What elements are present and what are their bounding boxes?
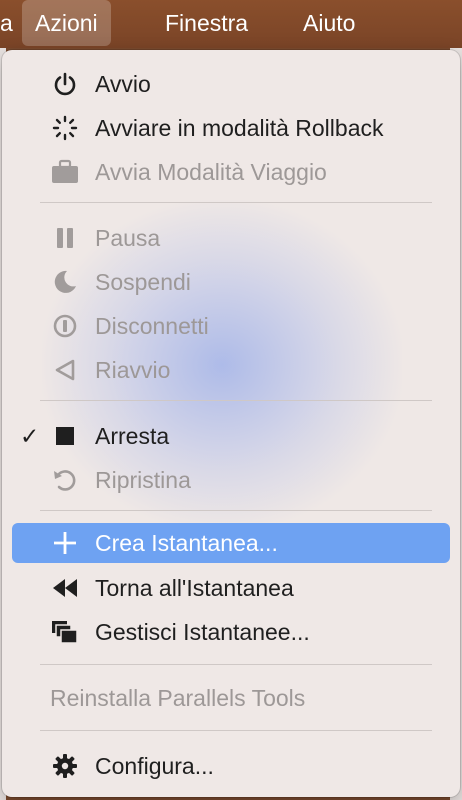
menu-separator xyxy=(40,400,432,401)
menu-item-label: Sospendi xyxy=(95,269,191,295)
menu-item-label: Crea Istantanea... xyxy=(95,530,278,556)
power-icon xyxy=(50,70,80,98)
menu-item-label: Ripristina xyxy=(95,467,191,493)
menu-item-restore[interactable]: Ripristina xyxy=(12,460,450,500)
menu-item-manage-snapshots[interactable]: Gestisci Istantanee... xyxy=(12,612,450,652)
menu-separator xyxy=(40,510,432,511)
stop-square-icon xyxy=(50,422,80,450)
menu-item-suspend[interactable]: Sospendi xyxy=(12,262,450,302)
disconnect-icon xyxy=(50,312,80,340)
menubar-item-aiuto[interactable]: Aiuto xyxy=(290,0,368,48)
menu-separator xyxy=(40,202,432,203)
menubar-item-finestra[interactable]: Finestra xyxy=(152,0,261,48)
menubar-item-azioni[interactable]: Azioni xyxy=(22,0,111,46)
rewind-icon xyxy=(50,574,80,602)
menu-bar: a Azioni Finestra Aiuto xyxy=(0,0,462,48)
menu-item-label: Avviare in modalità Rollback xyxy=(95,115,384,141)
menu-item-label: Disconnetti xyxy=(95,313,209,339)
briefcase-icon xyxy=(50,158,80,186)
menu-item-label: Gestisci Istantanee... xyxy=(95,619,310,645)
menu-item-label: Avvia Modalità Viaggio xyxy=(95,159,327,185)
menu-item-label: Reinstalla Parallels Tools xyxy=(50,685,306,711)
menu-item-label: Configura... xyxy=(95,753,214,779)
menu-item-configure[interactable]: Configura... xyxy=(12,746,450,786)
menu-item-label: Arresta xyxy=(95,423,170,449)
menu-item-disconnect[interactable]: Disconnetti xyxy=(12,306,450,346)
menu-item-label: Avvio xyxy=(95,71,151,97)
menu-item-start[interactable]: Avvio xyxy=(12,64,450,104)
actions-dropdown-menu: Avvio Avviare in modalità Rollback Avvia… xyxy=(2,50,460,797)
menu-item-reinstall-tools[interactable]: Reinstalla Parallels Tools xyxy=(12,678,450,718)
restart-triangle-icon xyxy=(50,356,80,384)
menu-item-pause[interactable]: Pausa xyxy=(12,218,450,258)
menu-item-label: Riavvio xyxy=(95,357,171,383)
menu-separator xyxy=(40,664,432,665)
plus-icon xyxy=(50,529,80,557)
menu-item-create-snapshot[interactable]: Crea Istantanea... xyxy=(12,523,450,563)
menu-item-travel-mode[interactable]: Avvia Modalità Viaggio xyxy=(12,152,450,192)
pause-icon xyxy=(50,224,80,252)
menu-item-label: Torna all'Istantanea xyxy=(95,575,294,601)
menu-item-restart[interactable]: Riavvio xyxy=(12,350,450,390)
stacked-windows-icon xyxy=(50,618,80,646)
menu-item-label: Pausa xyxy=(95,225,161,251)
undo-icon xyxy=(50,466,80,494)
gear-icon xyxy=(50,752,80,780)
menu-item-shutdown[interactable]: ✓ Arresta xyxy=(12,416,450,456)
menu-item-rollback-mode[interactable]: Avviare in modalità Rollback xyxy=(12,108,450,148)
moon-icon xyxy=(50,268,80,296)
checkmark-icon: ✓ xyxy=(20,423,40,449)
menu-item-revert-snapshot[interactable]: Torna all'Istantanea xyxy=(12,568,450,608)
spinner-icon xyxy=(50,114,80,142)
menu-separator xyxy=(40,730,432,731)
